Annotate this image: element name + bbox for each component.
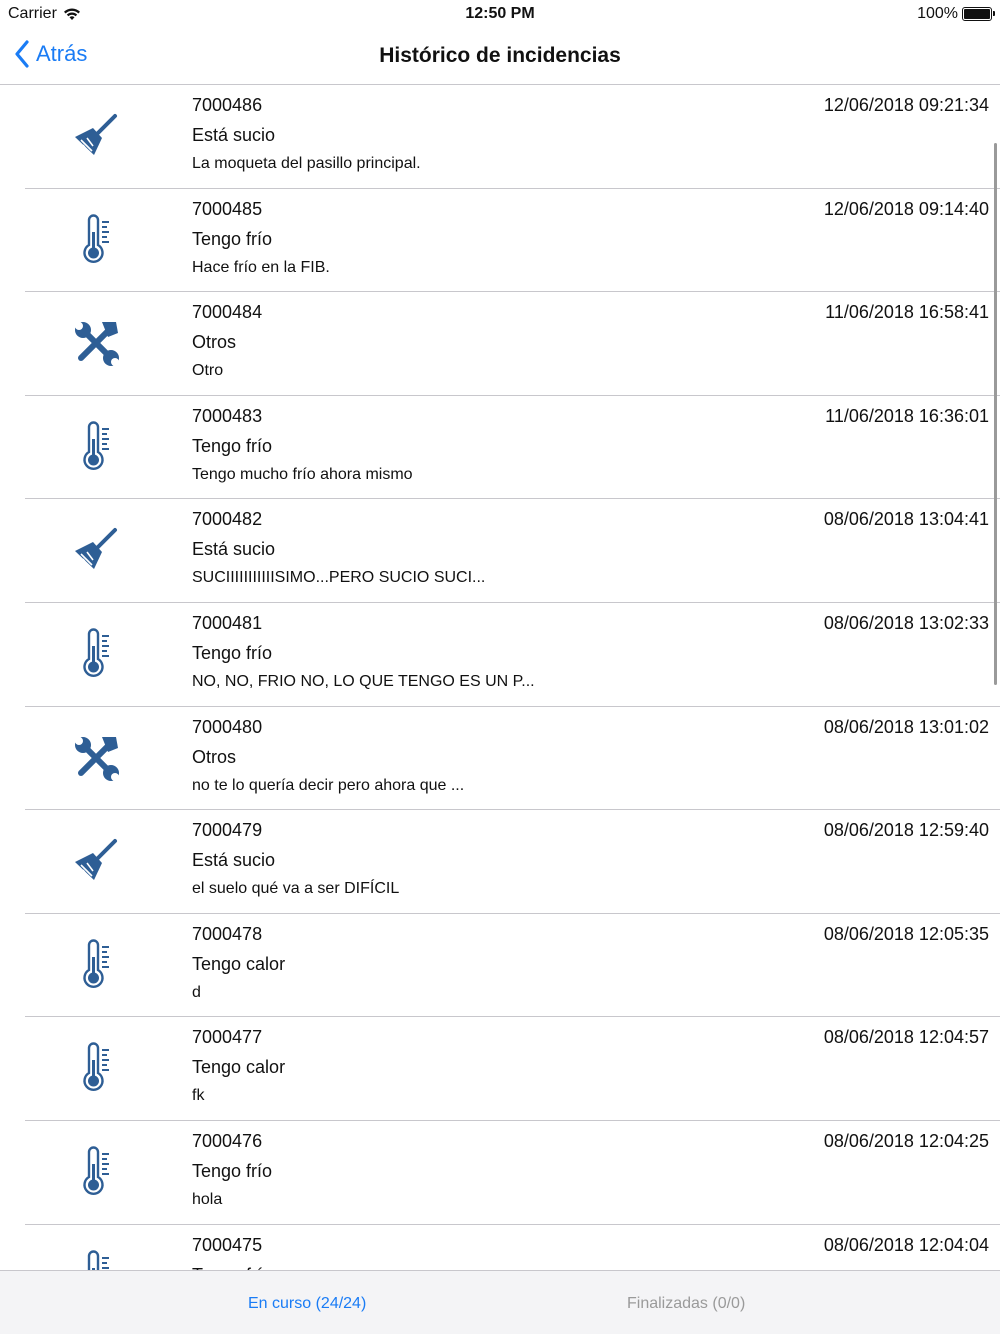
- list-item[interactable]: 7000484 Otros Otro 11/06/2018 16:58:41: [0, 292, 1000, 396]
- incident-category: Tengo calor: [192, 953, 286, 974]
- navigation-bar: Atrás Histórico de incidencias: [0, 30, 1000, 85]
- incident-date: 11/06/2018 16:58:41: [825, 302, 989, 323]
- incident-id: 7000484: [192, 302, 263, 323]
- incident-category: Tengo frío: [192, 435, 273, 456]
- incident-id: 7000483: [192, 405, 263, 426]
- list-item[interactable]: 7000486 Está sucio La moqueta del pasillo …: [0, 85, 1000, 189]
- incident-description: Hace frío en la FIB.: [192, 258, 330, 276]
- broom-icon: [70, 524, 122, 576]
- incident-id: 7000480: [192, 716, 263, 737]
- wifi-icon: [63, 8, 80, 20]
- incident-date: 12/06/2018 09:14:40: [823, 198, 989, 219]
- broom-icon: [70, 110, 122, 162]
- incident-id: 7000486: [192, 95, 263, 115]
- incident-category: Tengo frío: [192, 228, 273, 249]
- incident-date: 11/06/2018 16:36:01: [825, 405, 989, 426]
- incident-description: d: [192, 983, 201, 1001]
- incident-category: Está sucio: [192, 125, 276, 145]
- list-item[interactable]: 7000478 Tengo calor d 08/06/2018 12:05:35: [0, 914, 1000, 1018]
- incident-date: 08/06/2018 13:02:33: [823, 612, 989, 633]
- tools-icon: [70, 317, 122, 369]
- incident-id: 7000478: [192, 923, 263, 944]
- chevron-left-icon: [15, 40, 29, 68]
- page-title: Histórico de incidencias: [379, 44, 621, 67]
- list-item[interactable]: 7000476 Tengo frío hola 08/06/2018 12:04:25: [0, 1121, 1000, 1225]
- thermometer-icon: [70, 1042, 122, 1094]
- list-item[interactable]: 7000483 Tengo frío Tengo mucho frío ahora …: [0, 396, 1000, 500]
- incident-description: hola: [192, 1190, 223, 1208]
- thermometer-icon: [70, 1146, 122, 1198]
- incident-category: Está sucio: [192, 539, 276, 560]
- incident-date: 08/06/2018 12:04:04: [823, 1234, 989, 1255]
- incident-description: SUCIIIIIIIIIIISIMO...PERO SUCIO SUCI...: [192, 569, 486, 587]
- incident-description: Tengo mucho frío ahora mismo: [192, 465, 413, 483]
- thermometer-icon: [70, 213, 122, 266]
- list-item[interactable]: 7000482 Está sucio SUCIIIIIIIIIIISIMO...PE…: [0, 499, 1000, 603]
- incident-date: 08/06/2018 12:04:57: [823, 1027, 989, 1048]
- incident-list[interactable]: 7000486 Está sucio La moqueta del pasillo …: [0, 85, 1000, 1270]
- thermometer-icon: [70, 1249, 122, 1270]
- broom-icon: [70, 835, 122, 887]
- back-button-label: Atrás: [36, 41, 88, 66]
- incident-id: 7000477: [192, 1027, 263, 1048]
- incident-date: 08/06/2018 12:59:40: [823, 820, 989, 841]
- battery-icon: [962, 7, 995, 21]
- incident-id: 7000481: [192, 612, 263, 633]
- battery-percent: 100%: [917, 5, 958, 22]
- incident-date: 08/06/2018 12:05:35: [823, 923, 989, 944]
- thermometer-icon: [70, 939, 122, 991]
- incident-category: Tengo frío: [192, 1160, 273, 1181]
- carrier-indicator: Carrier: [8, 5, 81, 23]
- incident-date: 12/06/2018 09:21:34: [823, 95, 989, 115]
- list-item[interactable]: 7000475Tengo frío08/06/2018 12:04:04: [0, 1225, 1000, 1270]
- thermometer-icon: [70, 421, 122, 473]
- incident-date: 08/06/2018 13:01:02: [823, 716, 989, 737]
- incident-category: Tengo frío: [192, 642, 273, 663]
- incident-category: Tengo calor: [192, 1057, 286, 1078]
- status-bar: Carrier 12:50 PM 100%: [0, 0, 1000, 30]
- incident-date: 08/06/2018 13:04:41: [823, 509, 989, 530]
- incident-description: Otro: [192, 362, 224, 380]
- incident-id: 7000482: [192, 509, 263, 530]
- tools-icon: [70, 732, 122, 784]
- incident-description: no te lo quería decir pero ahora que ...: [192, 776, 465, 794]
- incident-id: 7000475: [192, 1234, 263, 1255]
- incident-id: 7000485: [192, 198, 263, 219]
- battery-indicator: 100%: [917, 5, 995, 23]
- incident-category: Otros: [192, 332, 237, 353]
- incident-description: fk: [192, 1087, 205, 1105]
- incident-id: 7000479: [192, 820, 263, 841]
- tab-finalizadas[interactable]: Finalizadas (0/0): [627, 1295, 745, 1313]
- incident-category: Está sucio: [192, 850, 276, 871]
- list-item[interactable]: 7000485 Tengo frío Hace frío en la FIB. 12/…: [0, 189, 1000, 293]
- list-item[interactable]: 7000479 Está sucio el suelo qué va a ser D…: [0, 810, 1000, 914]
- incident-description: el suelo qué va a ser DIFÍCIL: [192, 880, 400, 898]
- incident-id: 7000476: [192, 1130, 263, 1151]
- thermometer-icon: [70, 628, 122, 680]
- status-time: 12:50 PM: [465, 5, 535, 22]
- tab-bar: En curso (24/24) Finalizadas (0/0): [0, 1270, 1000, 1334]
- incident-description: NO, NO, FRIO NO, LO QUE TENGO ES UN P...: [192, 672, 535, 690]
- tab-en-curso[interactable]: En curso (24/24): [248, 1295, 366, 1313]
- list-item[interactable]: 7000477 Tengo calor fk 08/06/2018 12:04:57: [0, 1017, 1000, 1121]
- incident-date: 08/06/2018 12:04:25: [823, 1130, 989, 1151]
- scroll-indicator[interactable]: [994, 143, 997, 685]
- incident-description: La moqueta del pasillo principal.: [192, 155, 421, 172]
- list-item[interactable]: 7000480 Otros no te lo quería decir pero a…: [0, 707, 1000, 811]
- list-item[interactable]: 7000481 Tengo frío NO, NO, FRIO NO, LO QUE…: [0, 603, 1000, 707]
- incident-category: Otros: [192, 746, 237, 767]
- back-button[interactable]: Atrás: [14, 40, 87, 68]
- carrier-label: Carrier: [8, 5, 57, 22]
